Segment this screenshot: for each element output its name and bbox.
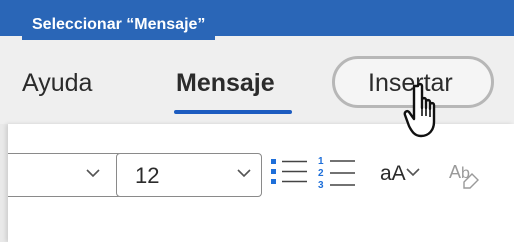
clear-formatting-icon[interactable]: A b [448, 158, 486, 192]
svg-text:1: 1 [318, 156, 324, 167]
instruction-callout: Seleccionar “Mensaje” [22, 10, 216, 40]
change-case-button[interactable]: aA [380, 161, 406, 187]
numbered-list-icon[interactable]: 1 2 3 [316, 154, 356, 192]
svg-text:2: 2 [318, 168, 324, 179]
hand-pointer-icon [403, 82, 436, 138]
svg-text:3: 3 [318, 180, 324, 191]
font-size-value: 12 [135, 163, 160, 188]
tab-mensaje[interactable]: Mensaje [176, 68, 275, 98]
chevron-down-icon[interactable] [406, 167, 420, 177]
bulleted-list-icon[interactable] [270, 155, 308, 189]
active-tab-indicator [174, 110, 292, 114]
font-name-dropdown[interactable] [8, 153, 122, 197]
svg-text:A: A [449, 162, 461, 182]
chevron-down-icon [237, 169, 251, 178]
tab-ayuda[interactable]: Ayuda [22, 68, 92, 98]
ribbon-panel: 12 1 2 3 aA A b [8, 124, 514, 242]
font-size-dropdown[interactable]: 12 [116, 153, 262, 197]
chevron-down-icon [86, 169, 100, 178]
